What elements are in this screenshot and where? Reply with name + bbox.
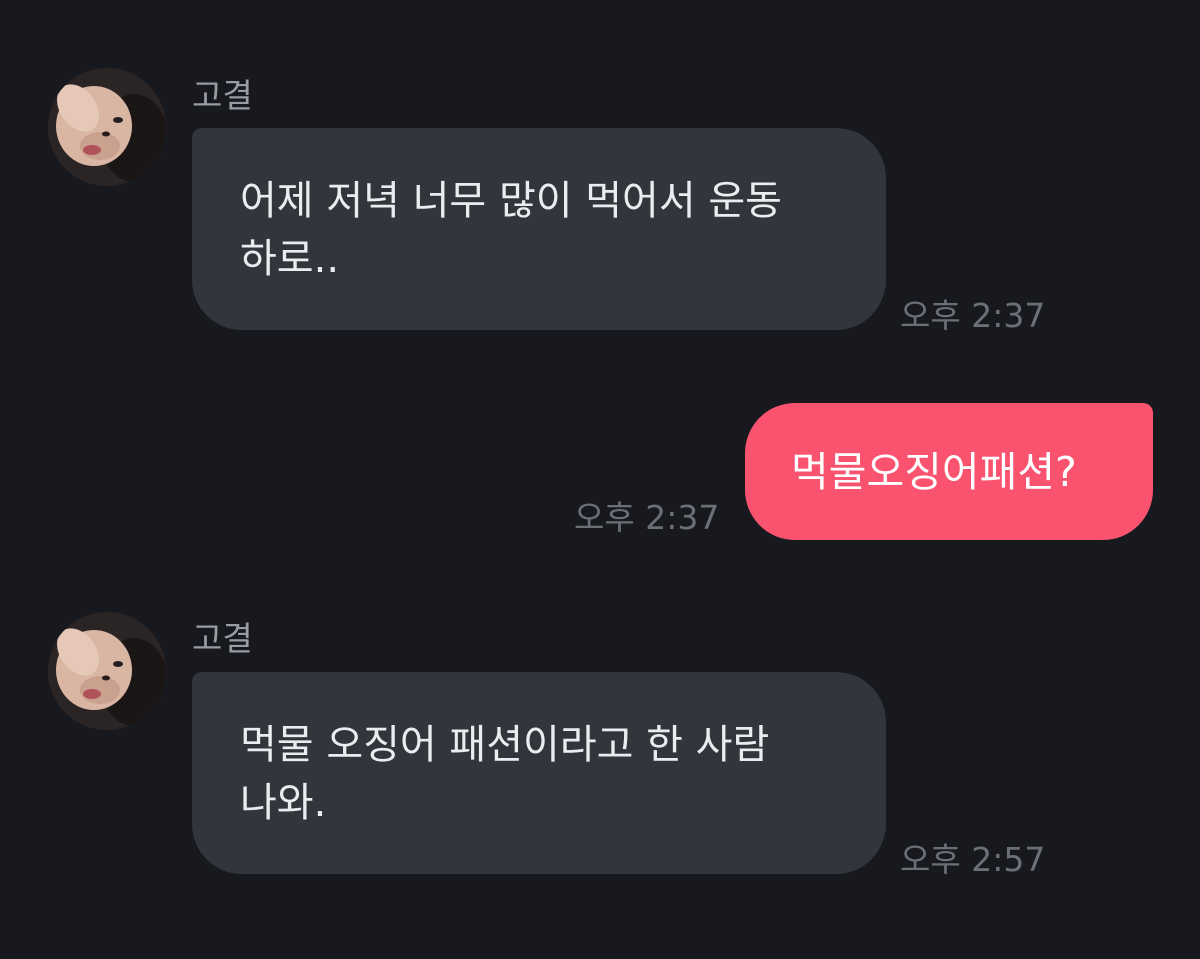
- avatar-photo-icon: [48, 68, 166, 186]
- sender-name: 고결: [192, 76, 253, 115]
- message-bubble-incoming[interactable]: 어제 저녁 너무 많이 먹어서 운동 하로..: [192, 128, 886, 330]
- avatar-photo-icon: [48, 612, 166, 730]
- sender-name: 고결: [192, 619, 253, 658]
- chat-view: 고결 어제 저녁 너무 많이 먹어서 운동 하로.. 오후 2:37 오후 2:…: [0, 0, 1200, 959]
- message-bubble-incoming[interactable]: 먹물 오징어 패션이라고 한 사람 나와.: [192, 672, 886, 874]
- message-timestamp: 오후 2:37: [574, 498, 720, 537]
- message-bubble-outgoing[interactable]: 먹물오징어패션?: [745, 403, 1153, 540]
- sender-avatar[interactable]: [48, 612, 166, 730]
- message-timestamp: 오후 2:37: [900, 296, 1046, 335]
- sender-avatar[interactable]: [48, 68, 166, 186]
- message-timestamp: 오후 2:57: [900, 840, 1046, 879]
